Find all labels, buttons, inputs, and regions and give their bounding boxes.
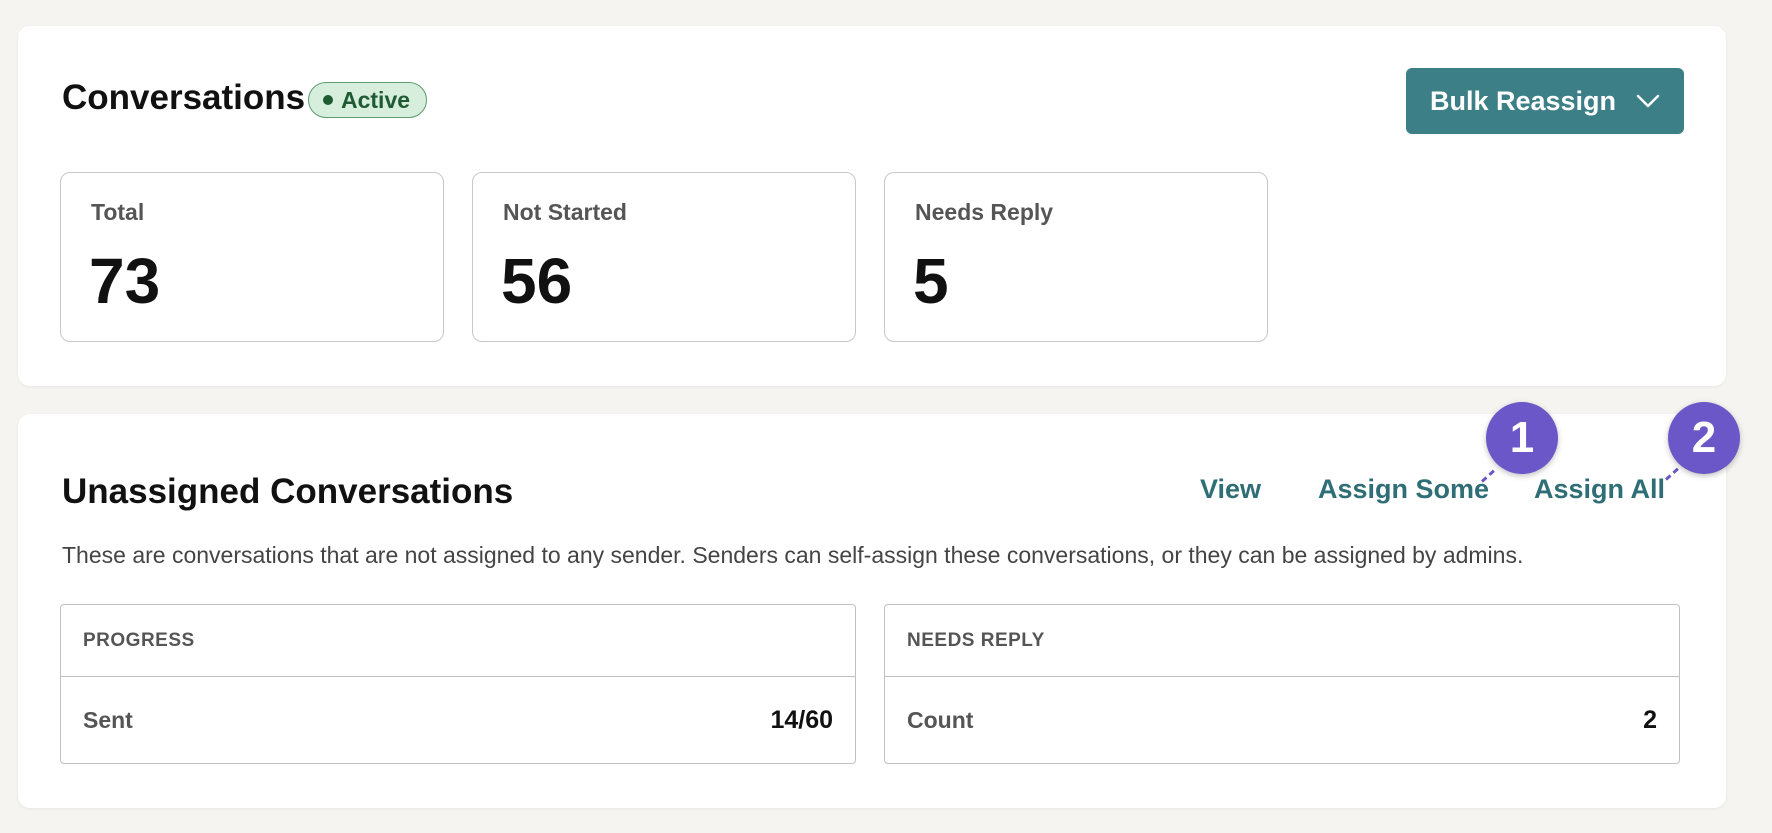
status-dot-icon: [323, 95, 333, 105]
table-row: Count 2: [885, 677, 1679, 763]
row-value: 2: [1643, 705, 1657, 734]
status-badge-label: Active: [341, 86, 411, 113]
row-value: 14/60: [770, 705, 833, 734]
row-label: Count: [907, 706, 974, 733]
stat-value: 73: [89, 245, 161, 317]
assign-some-link[interactable]: Assign Some: [1318, 474, 1489, 505]
stat-value: 56: [501, 245, 573, 317]
stat-card-not-started: Not Started 56: [472, 172, 856, 342]
annotation-marker-1: 1: [1486, 402, 1558, 474]
stat-label: Total: [91, 199, 145, 225]
unassigned-card: Unassigned Conversations View Assign Som…: [18, 414, 1726, 808]
table-row: Sent 14/60: [61, 677, 855, 763]
stat-value: 5: [913, 245, 949, 317]
progress-table-header: PROGRESS: [61, 605, 855, 677]
needs-reply-table: NEEDS REPLY Count 2: [884, 604, 1680, 764]
page-title: Conversations: [62, 78, 306, 117]
stat-card-total: Total 73: [60, 172, 444, 342]
progress-table: PROGRESS Sent 14/60: [60, 604, 856, 764]
stat-label: Not Started: [503, 199, 627, 225]
bulk-reassign-label: Bulk Reassign: [1429, 85, 1617, 116]
stat-label: Needs Reply: [915, 199, 1054, 225]
bulk-reassign-button[interactable]: Bulk Reassign: [1406, 68, 1684, 134]
needs-reply-table-header: NEEDS REPLY: [885, 605, 1679, 677]
status-badge: Active: [308, 82, 428, 118]
row-label: Sent: [83, 706, 133, 733]
stat-card-needs-reply: Needs Reply 5: [884, 172, 1268, 342]
conversations-card: Conversations Active Bulk Reassign Total…: [18, 26, 1726, 386]
section-title: Unassigned Conversations: [62, 472, 514, 511]
assign-all-link[interactable]: Assign All: [1534, 474, 1665, 505]
view-link[interactable]: View: [1200, 474, 1261, 505]
chevron-down-icon: [1636, 94, 1660, 108]
section-description: These are conversations that are not ass…: [62, 542, 1524, 568]
annotation-marker-2: 2: [1668, 402, 1740, 474]
